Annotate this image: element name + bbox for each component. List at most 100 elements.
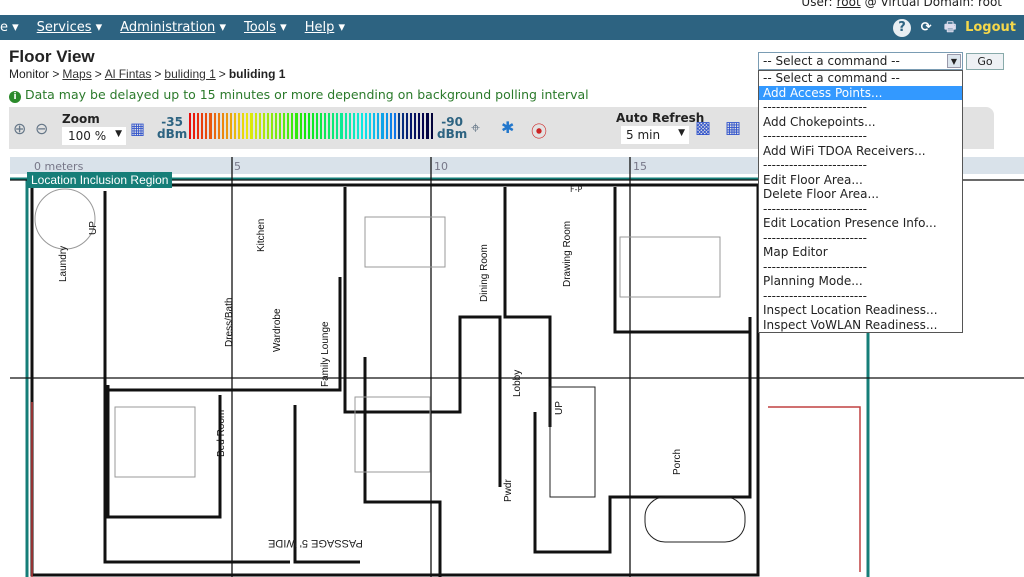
scale-bar <box>360 113 364 139</box>
scale-bar <box>385 113 388 139</box>
menu-label: Help <box>304 20 335 35</box>
scale-bar <box>279 113 282 139</box>
menu-services[interactable]: Services ▾ <box>37 20 103 35</box>
dbm-unit: dBm <box>157 127 188 141</box>
scale-bar <box>270 113 273 139</box>
location-inclusion-region-label[interactable]: Location Inclusion Region <box>27 172 173 188</box>
scale-bar <box>193 113 196 139</box>
scale-bar <box>430 113 433 139</box>
scale-bar <box>418 113 421 139</box>
room-label: Pwdr <box>503 479 514 502</box>
auto-refresh-select[interactable]: 5 min ▼ <box>621 126 689 144</box>
scale-bar <box>311 113 314 139</box>
refresh-icon[interactable]: ⟳ <box>917 19 935 37</box>
scale-bar <box>381 113 384 139</box>
breadcrumb-building[interactable]: buliding 1 <box>164 67 215 81</box>
scale-bar <box>365 113 368 139</box>
menu-label: Tools <box>243 20 277 35</box>
scale-bar <box>283 113 286 139</box>
dropdown-option[interactable]: Add Chokepoints... <box>759 115 962 130</box>
dropdown-separator: ------------------------ <box>763 230 867 245</box>
dropdown-option[interactable]: Add Access Points... <box>759 85 962 100</box>
zoom-in-icon[interactable]: ⊕ <box>13 119 26 138</box>
scale-bar <box>389 113 392 139</box>
logout-link[interactable]: Logout <box>965 20 1016 35</box>
dropdown-option[interactable]: Inspect VoWLAN Readiness... <box>759 318 962 333</box>
domain-value: root <box>977 0 1002 9</box>
scale-bar <box>405 113 409 139</box>
scale-bar <box>217 113 220 139</box>
menu-tools[interactable]: Tools ▾ <box>244 20 287 35</box>
breadcrumb-maps[interactable]: Maps <box>62 67 91 81</box>
add-chokepoint-icon[interactable]: ⌖ <box>471 118 480 138</box>
scale-bar <box>242 113 245 139</box>
dropdown-option[interactable]: Edit Floor Area... <box>759 173 962 188</box>
scale-bar <box>197 113 200 139</box>
scale-bar <box>254 113 257 139</box>
menu-item-partial[interactable]: e ▾ <box>0 20 19 35</box>
domain-label: @ Virtual Domain: <box>864 0 975 9</box>
scale-bar <box>201 113 204 139</box>
command-select[interactable]: -- Select a command -- ▼ <box>758 52 963 70</box>
menu-administration[interactable]: Administration ▾ <box>120 20 226 35</box>
scale-bar <box>238 113 241 139</box>
scale-bar <box>221 113 224 139</box>
zoom-select[interactable]: 100 % ▼ <box>62 127 126 145</box>
room-label: Porch <box>672 448 683 475</box>
scale-bar <box>410 113 413 139</box>
room-label: UP <box>88 221 99 235</box>
scale-bar <box>324 113 327 139</box>
dropdown-option[interactable]: Planning Mode... <box>759 274 962 289</box>
scale-bar <box>336 113 339 139</box>
scale-bar <box>332 113 335 139</box>
scale-bar <box>246 113 249 139</box>
dropdown-option[interactable]: Map Editor <box>759 245 962 260</box>
dropdown-option[interactable]: Edit Location Presence Info... <box>759 216 962 231</box>
dropdown-separator: ------------------------ <box>763 129 867 143</box>
grid-edit-icon[interactable]: ▦ <box>725 118 741 138</box>
scale-bar <box>291 113 294 139</box>
user-info: User: root @ Virtual Domain: root <box>801 0 1002 9</box>
info-icon: i <box>9 91 21 103</box>
zoom-out-icon[interactable]: ⊖ <box>35 119 48 138</box>
scale-bar <box>234 113 237 139</box>
page-title: Floor View <box>9 47 95 66</box>
command-dropdown-list: -- Select a command -- Add Access Points.… <box>758 70 963 333</box>
command-selected: -- Select a command -- <box>763 54 900 68</box>
room-label: Kitchen <box>256 218 267 252</box>
go-button[interactable]: Go <box>966 53 1004 70</box>
map-edit-icon[interactable]: ▩ <box>695 118 711 138</box>
print-icon[interactable]: 🖶 <box>941 19 959 37</box>
auto-refresh-value: 5 min <box>626 128 661 142</box>
chevron-down-icon[interactable]: ▼ <box>947 54 961 68</box>
user-link[interactable]: root <box>837 0 861 9</box>
passage-label: PASSAGE 5' WIDE <box>268 537 363 549</box>
dropdown-separator: ------------------------ <box>763 288 867 303</box>
dropdown-option[interactable]: -- Select a command -- <box>759 71 962 86</box>
dropdown-option[interactable]: Add WiFi TDOA Receivers... <box>759 144 962 159</box>
zoom-value: 100 % <box>68 129 107 143</box>
menu-help[interactable]: Help ▾ <box>305 20 345 35</box>
dropdown-option[interactable]: Inspect Location Readiness... <box>759 303 962 318</box>
menu-label: e <box>0 20 8 35</box>
scale-bar <box>422 113 425 139</box>
scale-bar <box>229 113 233 139</box>
room-label: Dress/Bath <box>224 297 235 347</box>
notice-text: Data may be delayed up to 15 minutes or … <box>24 87 589 102</box>
grid-icon[interactable]: ▦ <box>130 119 145 138</box>
scale-bar <box>401 113 404 139</box>
room-label: Bed Room <box>216 409 227 457</box>
scale-bar <box>287 113 290 139</box>
scale-bar <box>373 113 376 139</box>
dropdown-separator: ------------------------ <box>763 100 867 114</box>
add-tdoa-icon[interactable]: ✱ <box>501 118 514 137</box>
scale-bar <box>266 113 269 139</box>
scale-bar <box>209 113 212 139</box>
help-icon[interactable]: ? <box>893 18 912 37</box>
auto-refresh-label: Auto Refresh <box>616 111 705 125</box>
scale-bar <box>377 113 380 139</box>
breadcrumb-campus[interactable]: Al Fintas <box>105 67 152 81</box>
menu-label: Services <box>36 20 92 35</box>
add-ap-icon[interactable]: ⦿ <box>531 118 547 142</box>
dropdown-option[interactable]: Delete Floor Area... <box>759 187 962 202</box>
